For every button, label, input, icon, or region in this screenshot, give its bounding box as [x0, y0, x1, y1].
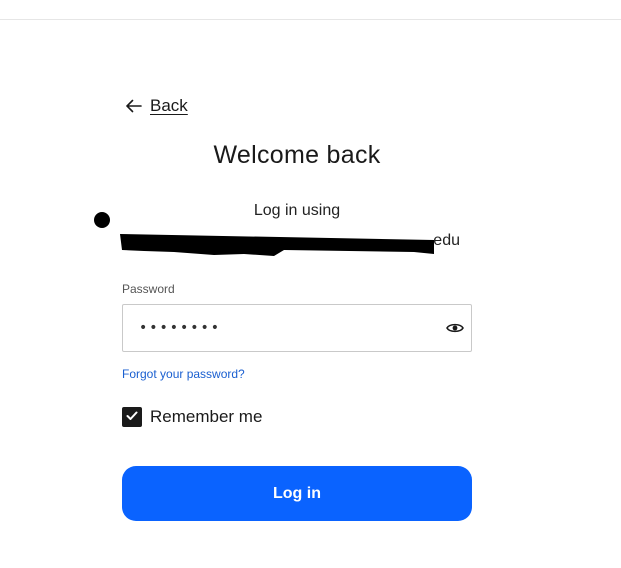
checkmark-icon [126, 408, 138, 426]
top-bar [0, 0, 621, 20]
back-link[interactable]: Back [125, 96, 188, 116]
login-using-text: Log in using [253, 202, 341, 219]
forgot-password-link[interactable]: Forgot your password? [122, 367, 245, 381]
back-label: Back [150, 96, 188, 115]
redaction-scribble [94, 212, 434, 256]
password-field-container [122, 304, 472, 352]
arrow-left-icon [125, 99, 142, 113]
remember-me-label: Remember me [150, 407, 263, 426]
remember-me-checkbox[interactable] [122, 407, 142, 427]
password-input[interactable] [123, 305, 433, 351]
remember-me-row: Remember me [122, 407, 262, 427]
login-button[interactable]: Log in [122, 466, 472, 521]
eye-icon[interactable] [443, 317, 467, 339]
page-title: Welcome back [213, 141, 381, 169]
password-label: Password [122, 282, 175, 296]
account-email: edu [94, 212, 474, 256]
